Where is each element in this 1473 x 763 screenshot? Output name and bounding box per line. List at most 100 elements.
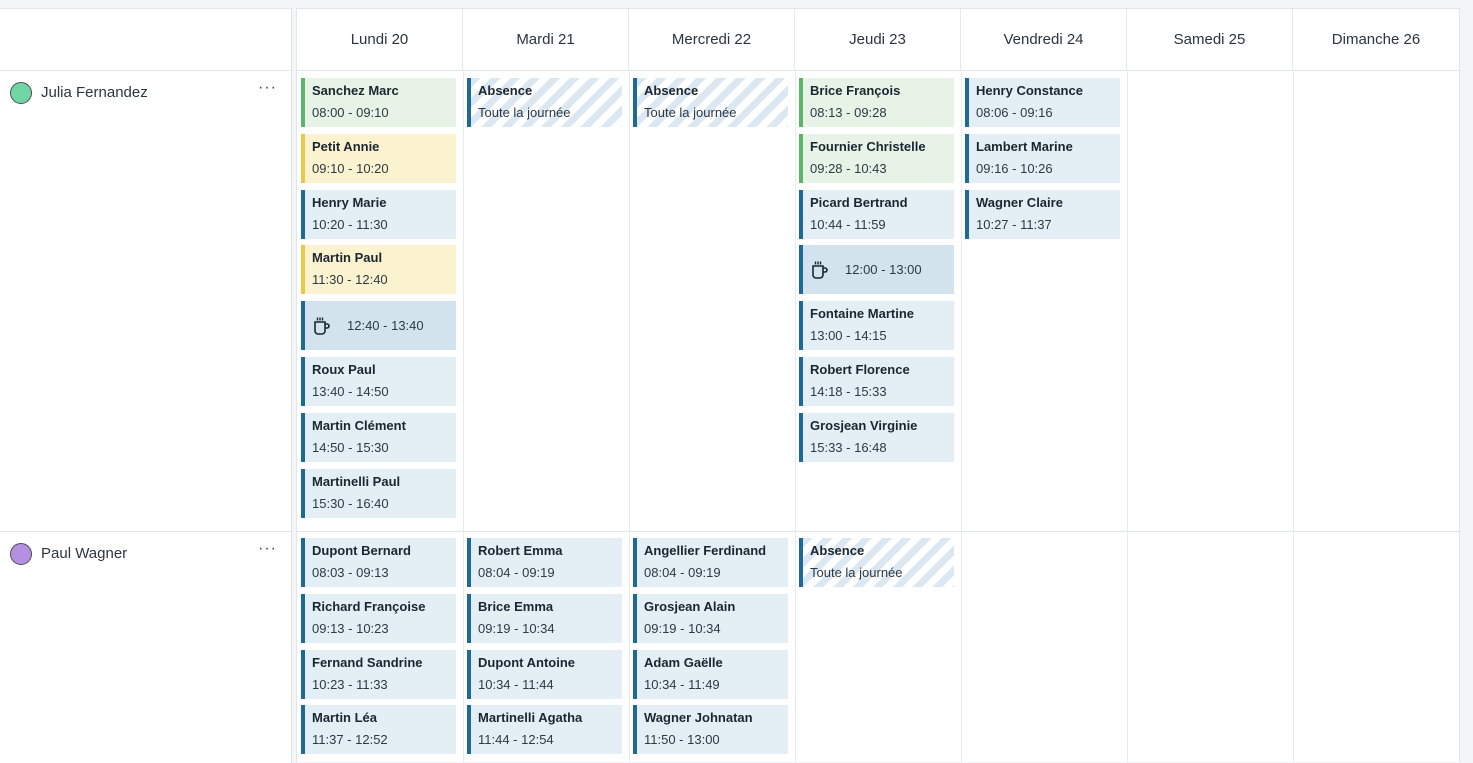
more-options-icon[interactable]: ··· [258,79,277,97]
column-divider [961,70,962,762]
appointment-card[interactable]: Martin Léa 11:37 - 12:52 [301,705,456,755]
appointment-title: Martin Clément [312,417,406,433]
appointment-card[interactable]: Roux Paul 13:40 - 14:50 [301,357,456,406]
appointment-title: Grosjean Alain [644,598,736,614]
appointment-title: Sanchez Marc [312,83,399,98]
appointment-time: 14:50 - 15:30 [312,439,389,455]
appointment-title: Fontaine Martine [810,306,915,322]
people-column-header [0,9,291,71]
appointment-title: Fournier Christelle [810,138,926,154]
appointment-time: 13:40 - 14:50 [312,384,389,399]
appointment-title: Absence [810,543,865,558]
appointment-time: 08:04 - 09:19 [478,565,555,580]
appointment-time: 11:37 - 12:52 [312,732,388,748]
appointment-card[interactable]: Petit Annie 09:10 - 10:20 [301,133,456,183]
appointment-title: Wagner Johnatan [644,710,753,726]
day-header-sunday[interactable]: Dimanche 26 [1293,9,1459,70]
appointment-card[interactable]: Richard Françoise 09:13 - 10:23 [301,593,456,643]
appointment-card[interactable]: Adam Gaëlle 10:34 - 11:49 [633,649,788,699]
appointment-time: 08:03 - 09:13 [312,565,389,580]
absence-event[interactable]: Absence Toute la journée [467,78,622,127]
coffee-cup-icon [812,261,828,279]
day-header-thursday[interactable]: Jeudi 23 [795,9,961,70]
appointment-title: Grosjean Virginie [810,417,918,433]
appointment-card[interactable]: Dupont Antoine 10:34 - 11:44 [467,649,622,699]
appointment-card[interactable]: Picard Bertrand 10:44 - 11:59 [799,189,954,239]
person-row-julia[interactable]: Julia Fernandez ··· [0,70,291,531]
appointment-title: Petit Annie [312,138,380,154]
appointment-card[interactable]: Martin Clément 14:50 - 15:30 [301,412,456,462]
break-time: 12:00 - 13:00 [845,261,922,277]
person-name: Paul Wagner [41,545,128,562]
appointment-title: Martin Paul [312,250,383,266]
person-name: Julia Fernandez [41,84,148,101]
appointment-card[interactable]: Wagner Claire 10:27 - 11:37 [965,189,1120,239]
day-header-friday[interactable]: Vendredi 24 [961,9,1127,70]
appointment-title: Dupont Bernard [312,543,411,558]
appointment-title: Martinelli Agatha [478,710,583,726]
column-divider [463,70,464,762]
appointment-title: Richard Françoise [312,598,426,614]
appointment-title: Henry Constance [976,83,1083,98]
break-time: 12:40 - 13:40 [347,317,424,333]
appointment-time: 10:34 - 11:49 [644,676,720,692]
appointment-card[interactable]: Martinelli Agatha 11:44 - 12:54 [467,705,622,755]
appointment-card[interactable]: Dupont Bernard 08:03 - 09:13 [301,538,456,587]
appointment-title: Adam Gaëlle [644,654,723,670]
day-header-wednesday[interactable]: Mercredi 22 [629,9,795,70]
appointment-title: Brice Emma [478,598,554,614]
more-options-icon[interactable]: ··· [258,540,277,558]
appointment-card[interactable]: Brice François 08:13 - 09:28 [799,78,954,127]
appointment-time: 11:30 - 12:40 [312,272,388,288]
person-row-paul[interactable]: Paul Wagner ··· [0,531,291,763]
appointment-card[interactable]: Robert Florence 14:18 - 15:33 [799,357,954,406]
appointment-card[interactable]: Sanchez Marc 08:00 - 09:10 [301,78,456,127]
appointment-title: Wagner Claire [976,194,1063,210]
appointment-card[interactable]: Fernand Sandrine 10:23 - 11:33 [301,649,456,699]
appointment-time: 08:13 - 09:28 [810,105,887,120]
appointment-card[interactable]: Grosjean Alain 09:19 - 10:34 [633,593,788,643]
appointment-title: Martin Léa [312,710,378,726]
week-calendar: Lundi 20 Mardi 21 Mercredi 22 Jeudi 23 V… [296,8,1461,762]
appointment-card[interactable]: Fournier Christelle 09:28 - 10:43 [799,133,954,183]
avatar [10,543,32,565]
row-divider [297,531,1461,532]
break-slot[interactable]: 12:40 - 13:40 [301,301,456,351]
appointment-card[interactable]: Fontaine Martine 13:00 - 14:15 [799,301,954,351]
appointment-card[interactable]: Grosjean Virginie 15:33 - 16:48 [799,412,954,462]
appointment-card[interactable]: Angellier Ferdinand 08:04 - 09:19 [633,538,788,587]
appointment-title: Dupont Antoine [478,654,575,670]
appointment-title: Angellier Ferdinand [644,543,767,558]
appointment-card[interactable]: Robert Emma 08:04 - 09:19 [467,538,622,587]
appointment-time: 11:50 - 13:00 [644,732,720,748]
coffee-cup-icon [314,317,330,335]
appointment-time: 14:18 - 15:33 [810,384,887,399]
appointment-title: Absence [478,83,533,98]
appointment-time: 10:23 - 11:33 [312,676,388,692]
appointment-time: 15:33 - 16:48 [810,439,887,455]
day-header-saturday[interactable]: Samedi 25 [1127,9,1293,70]
appointment-card[interactable]: Brice Emma 09:19 - 10:34 [467,593,622,643]
appointment-title: Picard Bertrand [810,194,908,210]
appointment-card[interactable]: Lambert Marine 09:16 - 10:26 [965,133,1120,183]
appointment-time: 08:06 - 09:16 [976,105,1053,120]
appointment-title: Roux Paul [312,362,376,377]
appointment-time: 08:04 - 09:19 [644,565,721,580]
appointment-card[interactable]: Henry Constance 08:06 - 09:16 [965,78,1120,127]
appointment-card[interactable]: Wagner Johnatan 11:50 - 13:00 [633,705,788,755]
appointment-time: Toute la journée [478,105,571,120]
appointment-title: Robert Florence [810,362,910,377]
appointment-card[interactable]: Martinelli Paul 15:30 - 16:40 [301,468,456,518]
day-header-tuesday[interactable]: Mardi 21 [463,9,629,70]
appointment-card[interactable]: Martin Paul 11:30 - 12:40 [301,245,456,295]
appointment-time: 10:34 - 11:44 [478,676,554,692]
appointment-time: 13:00 - 14:15 [810,328,887,344]
absence-event[interactable]: Absence Toute la journée [799,538,954,587]
appointment-card[interactable]: Henry Marie 10:20 - 11:30 [301,189,456,239]
column-divider [1127,70,1128,762]
column-divider [795,70,796,762]
absence-event[interactable]: Absence Toute la journée [633,78,788,127]
break-slot[interactable]: 12:00 - 13:00 [799,245,954,295]
day-header-monday[interactable]: Lundi 20 [297,9,463,70]
appointment-time: 09:28 - 10:43 [810,160,887,176]
